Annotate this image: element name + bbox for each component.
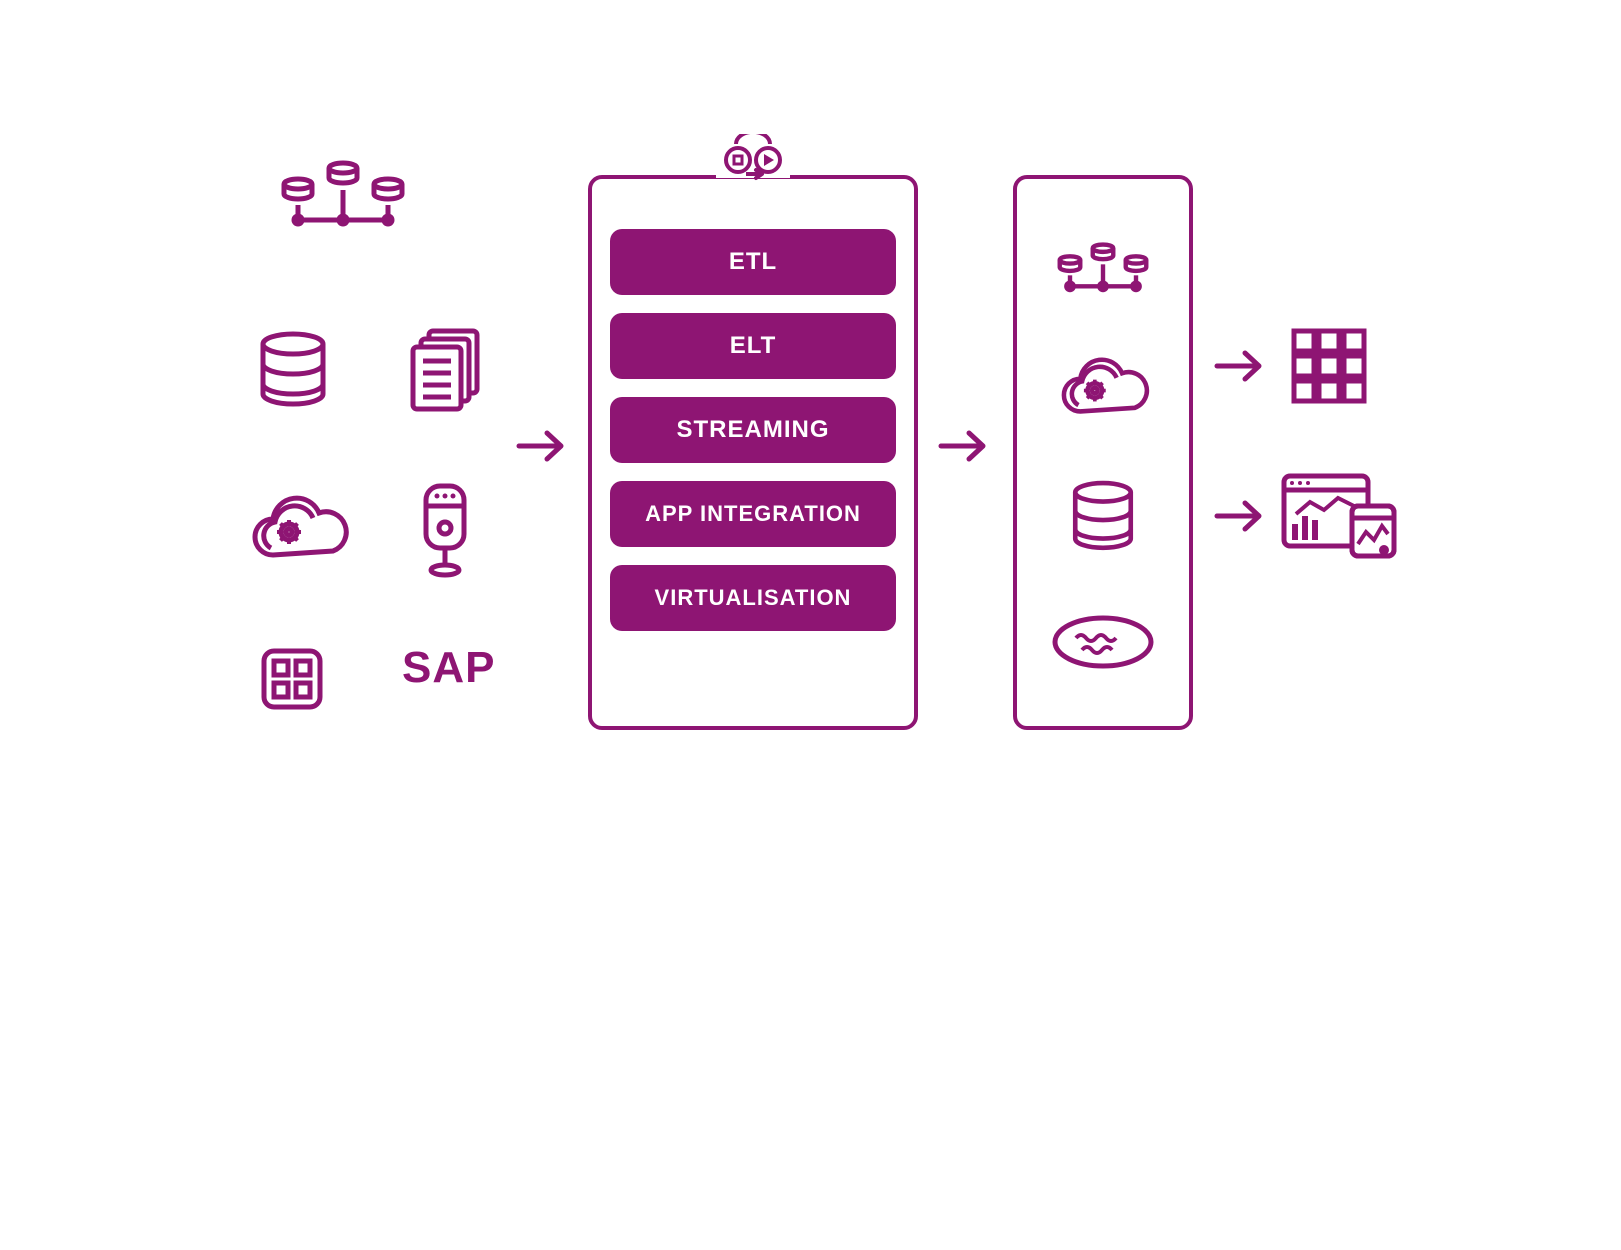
server-icon xyxy=(418,480,473,580)
targets-panel xyxy=(1013,175,1193,730)
database-icon xyxy=(253,330,333,420)
arrow-center-to-targets xyxy=(937,425,993,467)
dashboard-chart-icon xyxy=(1278,470,1398,565)
files-icon xyxy=(403,325,488,420)
data-lake-icon xyxy=(1048,612,1158,672)
cloud-gear-icon xyxy=(243,490,353,575)
arrow-sources-to-center xyxy=(515,425,571,467)
grid-apps-icon xyxy=(1288,325,1370,407)
app-grid-icon xyxy=(258,645,326,713)
cluster-database-icon xyxy=(268,150,418,240)
pill-streaming: STREAMING xyxy=(610,397,896,463)
integration-panel: ETL ELT STREAMING APP INTEGRATION VIRTUA… xyxy=(588,175,918,730)
sap-label: SAP xyxy=(402,643,495,693)
pill-app-integration: APP INTEGRATION xyxy=(610,481,896,547)
pill-etl: ETL xyxy=(610,229,896,295)
pill-virtualisation: VIRTUALISATION xyxy=(610,565,896,631)
cloud-gear-icon xyxy=(1053,352,1153,430)
pill-elt: ELT xyxy=(610,313,896,379)
arrow-targets-to-grid xyxy=(1213,345,1269,387)
database-icon xyxy=(1066,479,1140,563)
arrow-targets-to-dashboard xyxy=(1213,495,1269,537)
cluster-database-icon xyxy=(1048,233,1158,303)
data-exchange-icon xyxy=(716,134,790,188)
diagram-canvas: SAP ETL ELT STREAMING APP INTEGRATION VI… xyxy=(193,0,1428,950)
